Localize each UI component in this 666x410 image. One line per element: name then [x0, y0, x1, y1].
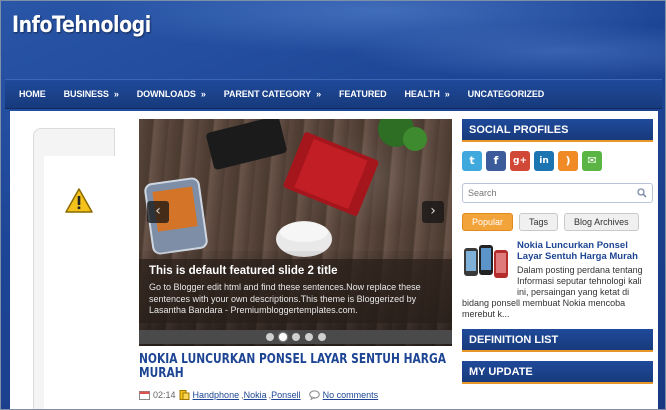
slider-prev-button[interactable]: ‹ — [147, 201, 169, 223]
popular-post-excerpt: Dalam posting perdana tentang Informasi … — [517, 265, 643, 297]
googleplus-icon[interactable]: g+ — [510, 151, 530, 171]
site-title[interactable]: InfoTehnologi — [12, 13, 151, 38]
content-area: ‹ › This is default featured slide 2 tit… — [10, 111, 658, 409]
featured-slider[interactable]: ‹ › This is default featured slide 2 tit… — [139, 119, 452, 346]
main-navigation: HOME BUSINESS» DOWNLOADS» PARENT CATEGOR… — [5, 79, 662, 109]
slider-dot[interactable] — [304, 333, 313, 341]
popular-post-title[interactable]: Nokia Luncurkan Ponsel Layar Sentuh Harg… — [517, 240, 653, 262]
slide-title[interactable]: This is default featured slide 2 title — [149, 265, 442, 277]
slider-dot[interactable] — [265, 333, 274, 341]
tab-tags[interactable]: Tags — [519, 213, 559, 231]
tag-icon — [179, 390, 190, 400]
nav-item-business[interactable]: BUSINESS» — [64, 89, 119, 99]
comment-icon — [308, 390, 320, 400]
tag-link[interactable]: Nokia — [244, 390, 267, 400]
email-icon[interactable]: ✉ — [582, 151, 602, 171]
search-input[interactable] — [468, 188, 637, 198]
post-title[interactable]: NOKIA LUNCURKAN PONSEL LAYAR SENTUH HARG… — [139, 353, 454, 381]
slide-description: Go to Blogger edit html and find these s… — [149, 282, 421, 315]
twitter-icon[interactable]: t — [462, 151, 482, 171]
popular-post-thumbnail[interactable] — [462, 240, 512, 288]
slider-dot[interactable] — [291, 333, 300, 341]
popular-post-excerpt-more: bidang ponsell membuat Nokia mencoba mer… — [462, 298, 626, 319]
site-header: InfoTehnologi — [1, 1, 665, 79]
search-icon[interactable] — [637, 188, 647, 198]
ad-box — [33, 128, 116, 409]
sidebar: SOCIAL PROFILES t f g+ in ) ✉ Popular Ta… — [462, 119, 653, 384]
page-frame: InfoTehnologi HOME BUSINESS» DOWNLOADS» … — [0, 0, 666, 410]
nav-item-featured[interactable]: FEATURED — [339, 89, 387, 99]
post-time: 02:14 — [153, 390, 176, 400]
nav-item-home[interactable]: HOME — [19, 89, 46, 99]
slider-pagination — [139, 330, 452, 344]
social-icons: t f g+ in ) ✉ — [462, 151, 653, 171]
rss-icon[interactable]: ) — [558, 151, 578, 171]
slider-next-button[interactable]: › — [422, 201, 444, 223]
social-profiles-header: SOCIAL PROFILES — [462, 119, 653, 142]
tag-link[interactable]: Ponsell — [271, 390, 301, 400]
nav-item-uncategorized[interactable]: UNCATEGORIZED — [468, 89, 545, 99]
tab-popular[interactable]: Popular — [462, 213, 514, 231]
facebook-icon[interactable]: f — [486, 151, 506, 171]
nav-item-parent-category[interactable]: PARENT CATEGORY» — [224, 89, 321, 99]
slide-caption: This is default featured slide 2 title G… — [139, 259, 452, 323]
calendar-icon — [139, 391, 150, 400]
my-update-header: MY UPDATE — [462, 361, 653, 384]
warning-icon — [65, 188, 93, 213]
tag-link[interactable]: Handphone — [193, 390, 240, 400]
linkedin-icon[interactable]: in — [534, 151, 554, 171]
sidebar-tabs: Popular Tags Blog Archives — [462, 213, 653, 231]
definition-list-header: DEFINITION LIST — [462, 329, 653, 352]
slider-dot[interactable] — [278, 333, 287, 341]
post-meta: 02:14 Handphone, Nokia, Ponsell No comme… — [139, 390, 380, 400]
slider-dot[interactable] — [317, 333, 326, 341]
comments-link[interactable]: No comments — [323, 390, 379, 400]
tab-blog-archives[interactable]: Blog Archives — [564, 213, 639, 231]
popular-post-item: Nokia Luncurkan Ponsel Layar Sentuh Harg… — [462, 240, 653, 298]
nav-item-health[interactable]: HEALTH» — [405, 89, 450, 99]
search-box — [462, 183, 653, 203]
nav-item-downloads[interactable]: DOWNLOADS» — [137, 89, 206, 99]
